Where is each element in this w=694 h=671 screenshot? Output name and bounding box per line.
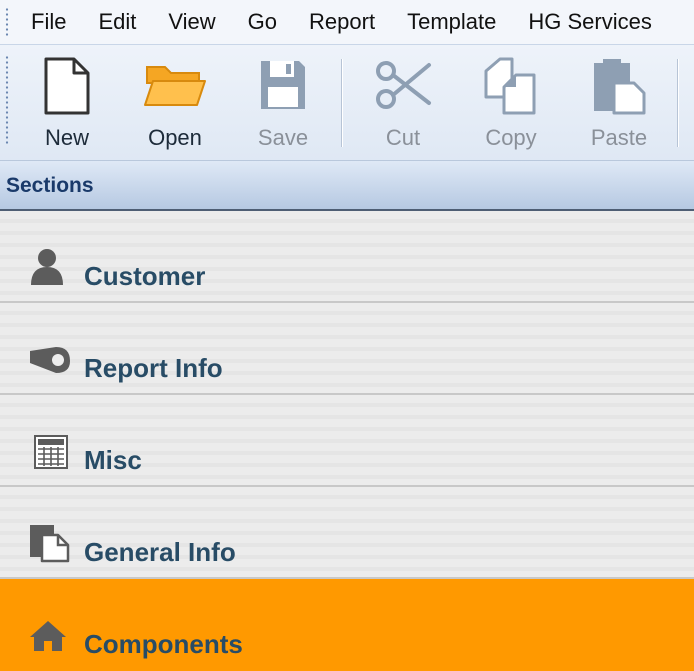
menu-go[interactable]: Go: [232, 0, 293, 44]
menu-report[interactable]: Report: [293, 0, 391, 44]
section-misc[interactable]: Misc: [0, 395, 694, 487]
cut-button-label: Cut: [385, 125, 421, 150]
menu-bar: File Edit View Go Report Template HG Ser…: [0, 0, 694, 45]
toolbar-separator-end: [677, 59, 678, 147]
sections-title: Sections: [6, 174, 94, 197]
menu-template[interactable]: Template: [391, 0, 512, 44]
section-label: Components: [84, 629, 243, 659]
sections-header: Sections: [0, 161, 694, 211]
new-button[interactable]: New: [17, 53, 117, 153]
menu-hg-services[interactable]: HG Services: [512, 0, 667, 44]
copy-button[interactable]: Copy: [461, 53, 561, 153]
copy-button-label: Copy: [485, 125, 537, 150]
menu-file[interactable]: File: [23, 0, 82, 44]
new-button-label: New: [44, 125, 89, 150]
section-label: General Info: [84, 537, 236, 567]
documents-icon: [30, 525, 70, 563]
tag-icon: [30, 347, 70, 373]
section-customer[interactable]: Customer: [0, 211, 694, 303]
save-button-label: Save: [257, 125, 309, 150]
save-floppy-icon: [261, 61, 305, 109]
menu-grip-handle[interactable]: [5, 7, 9, 37]
paste-button[interactable]: Paste: [569, 53, 669, 153]
person-icon: [31, 249, 63, 285]
toolbar: New Open Save Cut Copy Paste: [0, 45, 694, 161]
copy-icon: [484, 57, 536, 115]
save-button[interactable]: Save: [233, 53, 333, 153]
section-general-info[interactable]: General Info: [0, 487, 694, 579]
section-label: Report Info: [84, 353, 223, 383]
scissors-icon: [376, 61, 431, 109]
menu-view[interactable]: View: [152, 0, 231, 44]
paste-icon: [594, 59, 646, 115]
section-report-info[interactable]: Report Info: [0, 303, 694, 395]
open-folder-icon: [144, 66, 206, 106]
open-button-label: Open: [148, 125, 202, 150]
house-icon: [30, 621, 66, 651]
toolbar-separator: [341, 59, 342, 147]
calculator-icon: [34, 435, 68, 469]
paste-button-label: Paste: [590, 125, 648, 150]
cut-button[interactable]: Cut: [353, 53, 453, 153]
menu-edit[interactable]: Edit: [82, 0, 152, 44]
section-label: Misc: [84, 445, 142, 475]
section-components[interactable]: Components: [0, 579, 694, 671]
open-button[interactable]: Open: [125, 53, 225, 153]
new-document-icon: [44, 57, 90, 115]
section-label: Customer: [84, 261, 206, 291]
toolbar-grip-handle[interactable]: [5, 55, 9, 145]
